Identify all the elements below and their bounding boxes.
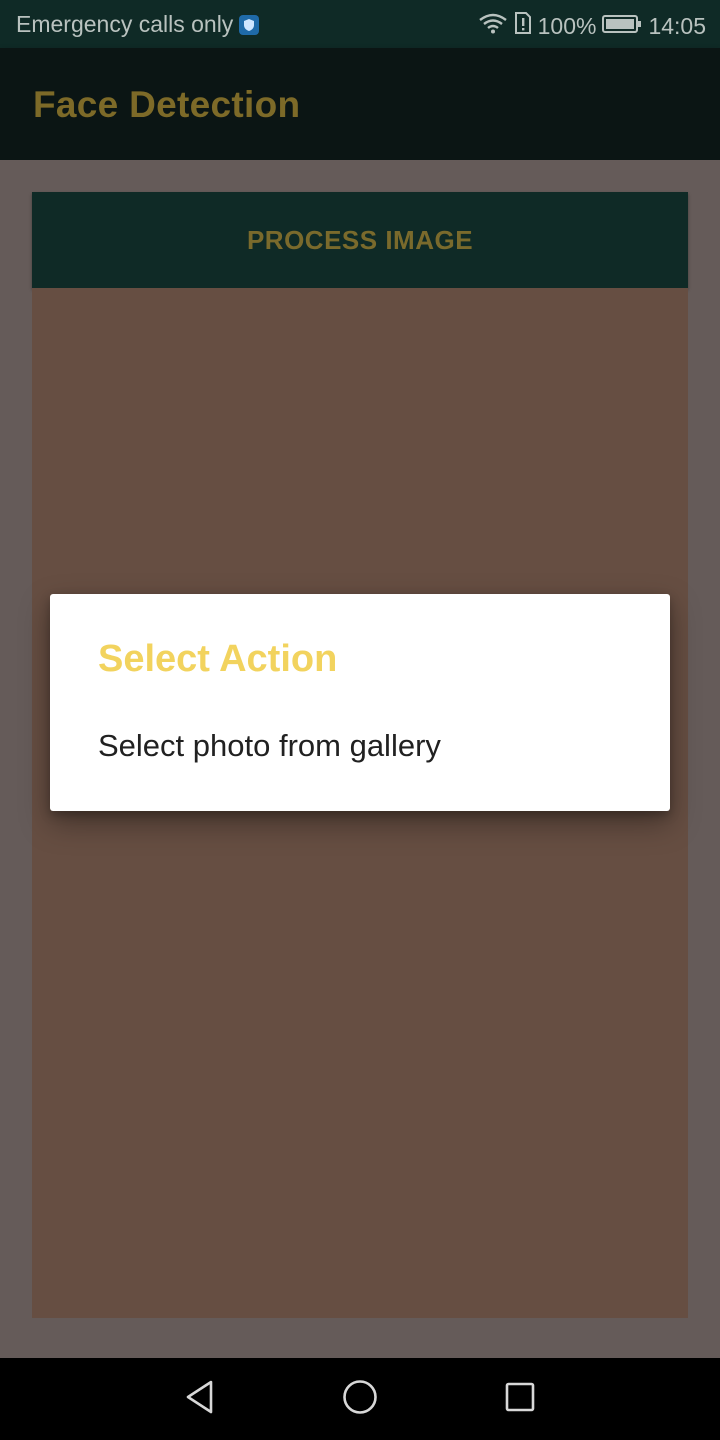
status-left: Emergency calls only: [16, 11, 260, 38]
dialog-title: Select Action: [98, 638, 338, 680]
wifi-icon: [478, 12, 508, 40]
recents-icon: [504, 1381, 536, 1418]
home-icon: [342, 1379, 378, 1420]
battery-icon: [602, 13, 642, 40]
app-bar: Face Detection: [0, 48, 720, 160]
select-action-dialog: Select Action Select photo from gallery: [50, 594, 670, 811]
clock: 14:05: [648, 12, 706, 39]
process-image-button[interactable]: PROCESS IMAGE: [32, 192, 688, 288]
status-right: 100% 14:05: [478, 11, 706, 41]
carrier-text: Emergency calls only: [16, 11, 234, 37]
battery-percent: 100%: [537, 12, 597, 39]
dialog-item-select-photo[interactable]: Select photo from gallery: [50, 712, 670, 786]
recents-button[interactable]: [490, 1374, 550, 1424]
app-title: Face Detection: [33, 84, 301, 125]
shield-icon: [239, 14, 260, 35]
sim-alert-icon: [514, 11, 532, 41]
status-bar: Emergency calls only 100% 14:05: [0, 0, 720, 48]
home-button[interactable]: [330, 1374, 390, 1424]
back-button[interactable]: [170, 1374, 230, 1424]
back-icon: [183, 1379, 217, 1420]
navigation-bar: [0, 1358, 720, 1440]
dialog-item-label: Select photo from gallery: [98, 728, 441, 763]
